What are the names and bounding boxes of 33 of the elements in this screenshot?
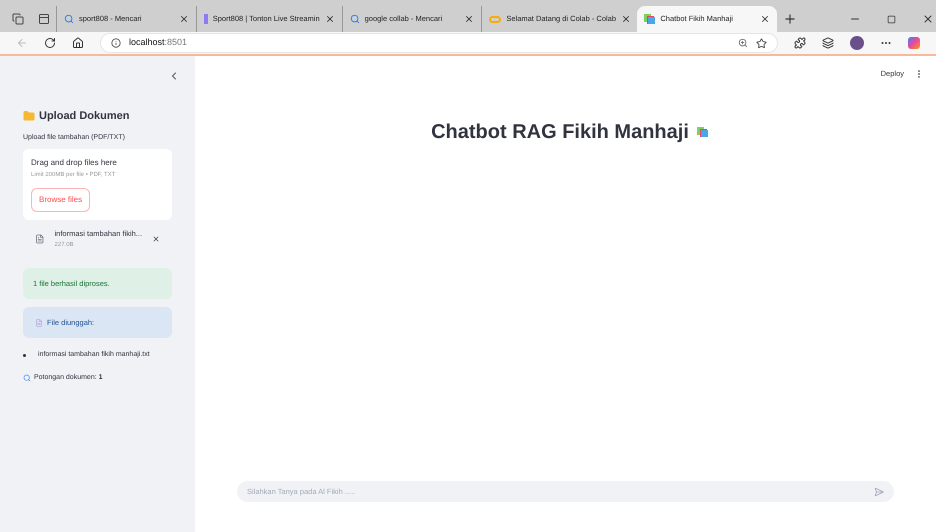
document-icon bbox=[35, 318, 43, 327]
maximize-icon[interactable] bbox=[887, 14, 896, 24]
address-bar[interactable]: localhost:8501 bbox=[100, 33, 778, 53]
folder-icon bbox=[23, 110, 35, 122]
page-title: Chatbot RAG Fikih Manhaji bbox=[431, 120, 689, 146]
favorite-icon[interactable] bbox=[756, 38, 767, 48]
zoom-icon[interactable] bbox=[738, 38, 748, 48]
books-icon bbox=[644, 14, 656, 24]
new-tab-icon[interactable] bbox=[783, 12, 797, 26]
close-icon[interactable] bbox=[178, 14, 189, 24]
search-icon bbox=[64, 14, 74, 24]
books-icon bbox=[696, 127, 708, 138]
magnifier-icon bbox=[23, 374, 31, 382]
home-icon[interactable] bbox=[72, 37, 84, 49]
colab-icon bbox=[489, 16, 502, 22]
close-icon[interactable] bbox=[621, 14, 632, 24]
reload-icon[interactable] bbox=[44, 37, 56, 49]
file-icon bbox=[35, 233, 45, 246]
workspaces-icon[interactable] bbox=[12, 13, 24, 25]
close-icon[interactable] bbox=[922, 13, 934, 25]
tab-actions-icon[interactable] bbox=[38, 13, 50, 25]
sidebar-heading: Upload Dokumen bbox=[39, 109, 130, 124]
info-icon bbox=[111, 38, 121, 48]
avatar[interactable] bbox=[850, 36, 864, 50]
close-icon[interactable] bbox=[464, 14, 474, 24]
site-icon bbox=[204, 14, 208, 24]
close-icon[interactable] bbox=[324, 14, 335, 24]
search-icon bbox=[350, 14, 360, 24]
dropzone-title: Drag and drop files here bbox=[31, 157, 117, 169]
close-icon[interactable] bbox=[760, 14, 770, 24]
bullet-icon bbox=[23, 354, 26, 357]
extensions-icon[interactable] bbox=[794, 37, 806, 49]
url-text: localhost:8501 bbox=[129, 36, 188, 50]
